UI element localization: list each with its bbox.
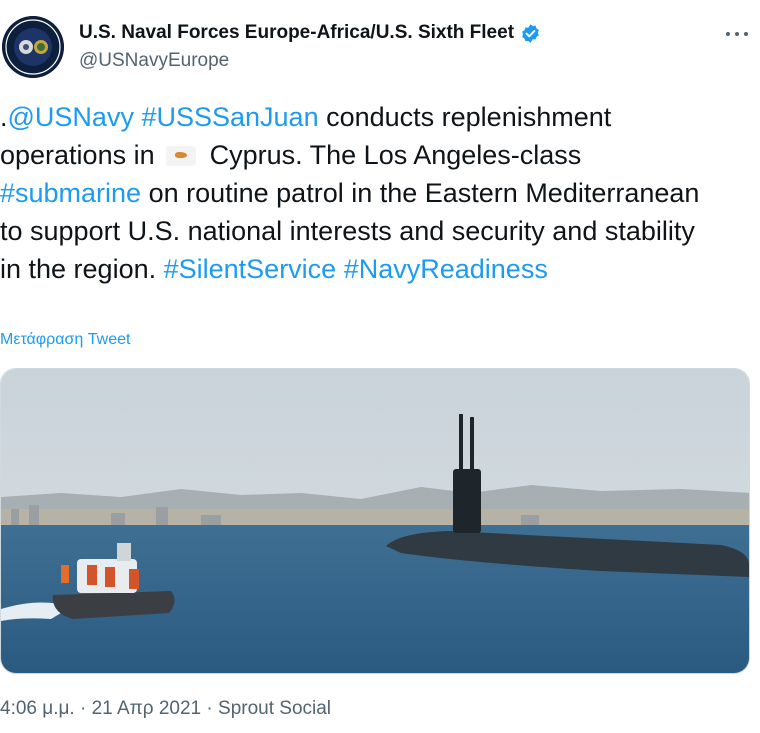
tweet-photo[interactable] <box>0 368 750 674</box>
tweet-source[interactable]: Sprout Social <box>218 698 331 720</box>
handle[interactable]: @USNavyEurope <box>79 50 229 72</box>
display-name[interactable]: U.S. Naval Forces Europe-Africa/U.S. Six… <box>79 22 514 44</box>
hashtag-link[interactable]: #NavyReadiness <box>344 254 548 284</box>
hashtag-link[interactable]: #submarine <box>0 178 141 208</box>
submarine-photo <box>1 369 749 673</box>
hashtag-link[interactable]: #USSSanJuan <box>141 102 318 132</box>
cyprus-flag-icon <box>166 146 197 166</box>
tweet-date[interactable]: 21 Απρ 2021 <box>92 698 202 720</box>
tweet-text: .@USNavy #USSSanJuan conducts replenishm… <box>0 102 700 284</box>
naval-forces-seal-icon <box>2 16 64 78</box>
translate-tweet-link[interactable]: Μετάφραση Tweet <box>0 331 130 349</box>
avatar[interactable] <box>2 16 64 78</box>
mention-link[interactable]: @USNavy <box>8 102 134 132</box>
tweet-meta: 4:06 μ.μ. · 21 Απρ 2021 · Sprout Social <box>0 698 332 720</box>
tweet-header: U.S. Naval Forces Europe-Africa/U.S. Six… <box>0 14 760 84</box>
more-horizontal-icon <box>726 32 730 36</box>
tweet-time[interactable]: 4:06 μ.μ. <box>0 698 75 720</box>
more-options-button[interactable] <box>724 24 750 44</box>
verified-badge-icon <box>522 23 539 43</box>
hashtag-link[interactable]: #SilentService <box>164 254 337 284</box>
